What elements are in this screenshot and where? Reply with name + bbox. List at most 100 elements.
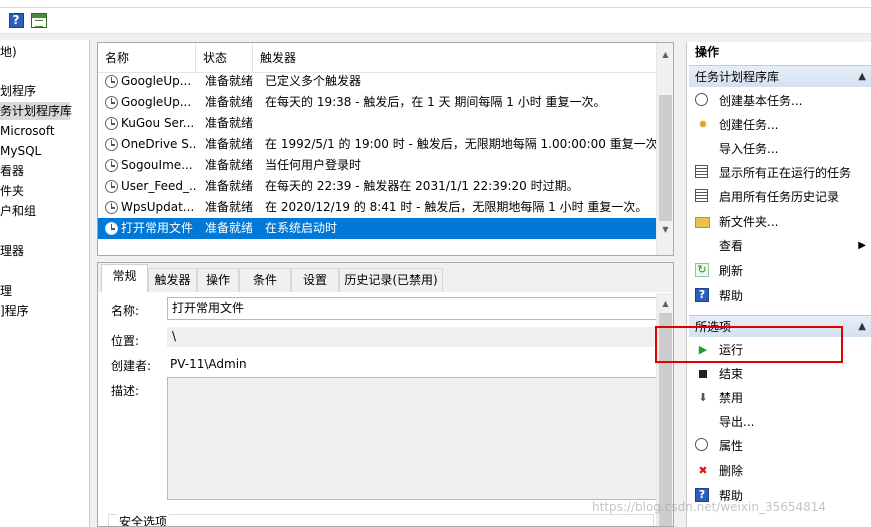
scroll-up-icon[interactable]: ▲ [657,46,673,63]
column-header-status[interactable]: 状态 [196,43,253,73]
help-icon[interactable]: ? [7,11,25,29]
action-import-task[interactable]: 导入任务... [689,137,871,161]
author-value: PV-11\Admin [170,357,247,371]
details-scrollbar[interactable]: ▲ [656,293,673,526]
tree-item-device-manager[interactable]: 理器 [0,242,24,260]
task-clock-icon [105,117,118,130]
group-title: 任务计划程序库 [695,70,780,84]
task-trigger: 在系统启动时 [265,221,338,235]
action-export[interactable]: 导出... [689,410,871,434]
task-row[interactable]: OneDrive S... 准备就绪 在 1992/5/1 的 19:00 时 … [98,134,658,155]
task-name: GoogleUp... [121,74,192,88]
task-row[interactable]: WpsUpdat... 准备就绪 在 2020/12/19 的 8:41 时 -… [98,197,658,218]
task-row-selected[interactable]: 打开常用文件 准备就绪 在系统启动时 [98,218,658,239]
stop-icon [699,370,707,378]
action-label: 禁用 [719,391,744,405]
task-list-scrollbar[interactable]: ▲ ▼ [656,43,673,255]
tree-item-library[interactable]: 务计划程序库 [0,102,72,120]
task-row[interactable]: User_Feed_... 准备就绪 在每天的 22:39 - 触发器在 203… [98,176,658,197]
action-label: 导出... [719,415,755,429]
group-title: 所选项 [695,320,732,334]
tree-item-root[interactable]: 地) [0,43,17,61]
scroll-down-icon[interactable]: ▼ [657,221,673,238]
task-name: User_Feed_... [121,179,196,193]
tree-item-programs[interactable]: ]程序 [0,302,29,320]
task-status: 准备就绪 [205,179,254,193]
tree-item-mysql[interactable]: MySQL [0,142,41,160]
play-icon: ▶ [698,343,708,356]
actions-pane: 操作 任务计划程序库 ▲ 创建基本任务... ✹ 创建任务... 导入任务...… [686,42,871,527]
action-show-running[interactable]: 显示所有正在运行的任务 [689,161,871,185]
task-row[interactable]: KuGou Ser... 准备就绪 [98,113,658,134]
tab-conditions[interactable]: 条件 [239,268,291,292]
action-enable-history[interactable]: 启用所有任务历史记录 [689,185,871,209]
task-clock-icon [105,159,118,172]
location-label: 位置: [111,334,140,348]
watermark: https://blog.csdn.net/weixin_35654814 [592,500,827,514]
action-label: 查看 [719,239,744,253]
action-label: 删除 [719,464,744,478]
column-header-trigger[interactable]: 触发器 [253,43,658,73]
task-status: 准备就绪 [205,200,254,214]
task-trigger: 在 2020/12/19 的 8:41 时 - 触发后，无限期地每隔 1 小时 … [265,200,648,214]
action-help[interactable]: ? 帮助 [689,284,871,308]
action-delete[interactable]: ✖ 删除 [689,459,871,483]
details-tabs: 常规 触发器 操作 条件 设置 历史记录(已禁用) [98,263,673,292]
task-name: KuGou Ser... [121,116,195,130]
action-create-basic-task[interactable]: 创建基本任务... [689,89,871,113]
action-create-task[interactable]: ✹ 创建任务... [689,113,871,137]
task-status: 准备就绪 [205,221,254,235]
task-list: 名称 状态 触发器 GoogleUp... 准备就绪 已定义多个触发器 Goog… [97,42,674,256]
tree-item-event-viewer[interactable]: 看器 [0,162,24,180]
task-status: 准备就绪 [205,116,254,130]
action-label: 启用所有任务历史记录 [719,190,840,204]
collapse-icon[interactable]: ▲ [858,66,866,88]
list-header: 名称 状态 触发器 [98,43,658,73]
task-trigger: 当任何用户登录时 [265,158,362,172]
tree-item-scheduler[interactable]: 划程序 [0,82,36,100]
scroll-thumb[interactable] [659,95,672,221]
action-disable[interactable]: ⬇ 禁用 [689,386,871,410]
name-field[interactable]: 打开常用文件 [167,297,657,320]
task-details-pane: 常规 触发器 操作 条件 设置 历史记录(已禁用) 名称: 打开常用文件 位置:… [97,262,674,527]
tab-triggers[interactable]: 触发器 [148,268,197,292]
task-clock-icon [105,75,118,88]
action-label: 属性 [719,439,744,453]
actions-group-library[interactable]: 任务计划程序库 ▲ [689,65,871,87]
task-row[interactable]: GoogleUp... 准备就绪 在每天的 19:38 - 触发后，在 1 天 … [98,92,658,113]
action-end[interactable]: 结束 [689,362,871,386]
tree-item-microsoft[interactable]: Microsoft [0,122,55,140]
tree-item-management[interactable]: 理 [0,282,12,300]
action-label: 结束 [719,367,744,381]
task-name: SogouIme... [121,158,193,172]
location-field: \ [167,327,657,347]
tree-item-shared-folders[interactable]: 件夹 [0,182,24,200]
task-row[interactable]: SogouIme... 准备就绪 当任何用户登录时 [98,155,658,176]
action-run[interactable]: ▶ 运行 [689,338,871,362]
action-new-folder[interactable]: 新文件夹... [689,210,871,234]
tab-settings[interactable]: 设置 [291,268,339,292]
action-view[interactable]: 查看 ▶ [689,234,871,258]
scroll-thumb[interactable] [659,313,672,526]
tree-item-users-groups[interactable]: 户和组 [0,202,36,220]
task-clock-icon [105,222,118,235]
tab-history[interactable]: 历史记录(已禁用) [339,268,443,292]
task-status: 准备就绪 [205,158,254,172]
basic-task-icon [695,93,708,106]
tab-actions[interactable]: 操作 [197,268,239,292]
actions-group-selected[interactable]: 所选项 ▲ [689,315,871,337]
task-row[interactable]: GoogleUp... 准备就绪 已定义多个触发器 [98,71,658,92]
help-icon: ? [695,288,709,302]
column-header-name[interactable]: 名称 [98,43,196,73]
collapse-icon[interactable]: ▲ [858,316,866,338]
grid-view-icon[interactable] [30,11,48,29]
properties-icon [695,438,708,451]
action-label: 帮助 [719,289,744,303]
action-properties[interactable]: 属性 [689,434,871,458]
scroll-up-icon[interactable]: ▲ [657,295,673,312]
refresh-icon: ↻ [695,263,709,277]
tab-general[interactable]: 常规 [101,264,148,292]
name-label: 名称: [111,304,140,318]
action-refresh[interactable]: ↻ 刷新 [689,259,871,283]
description-field[interactable] [167,377,657,500]
